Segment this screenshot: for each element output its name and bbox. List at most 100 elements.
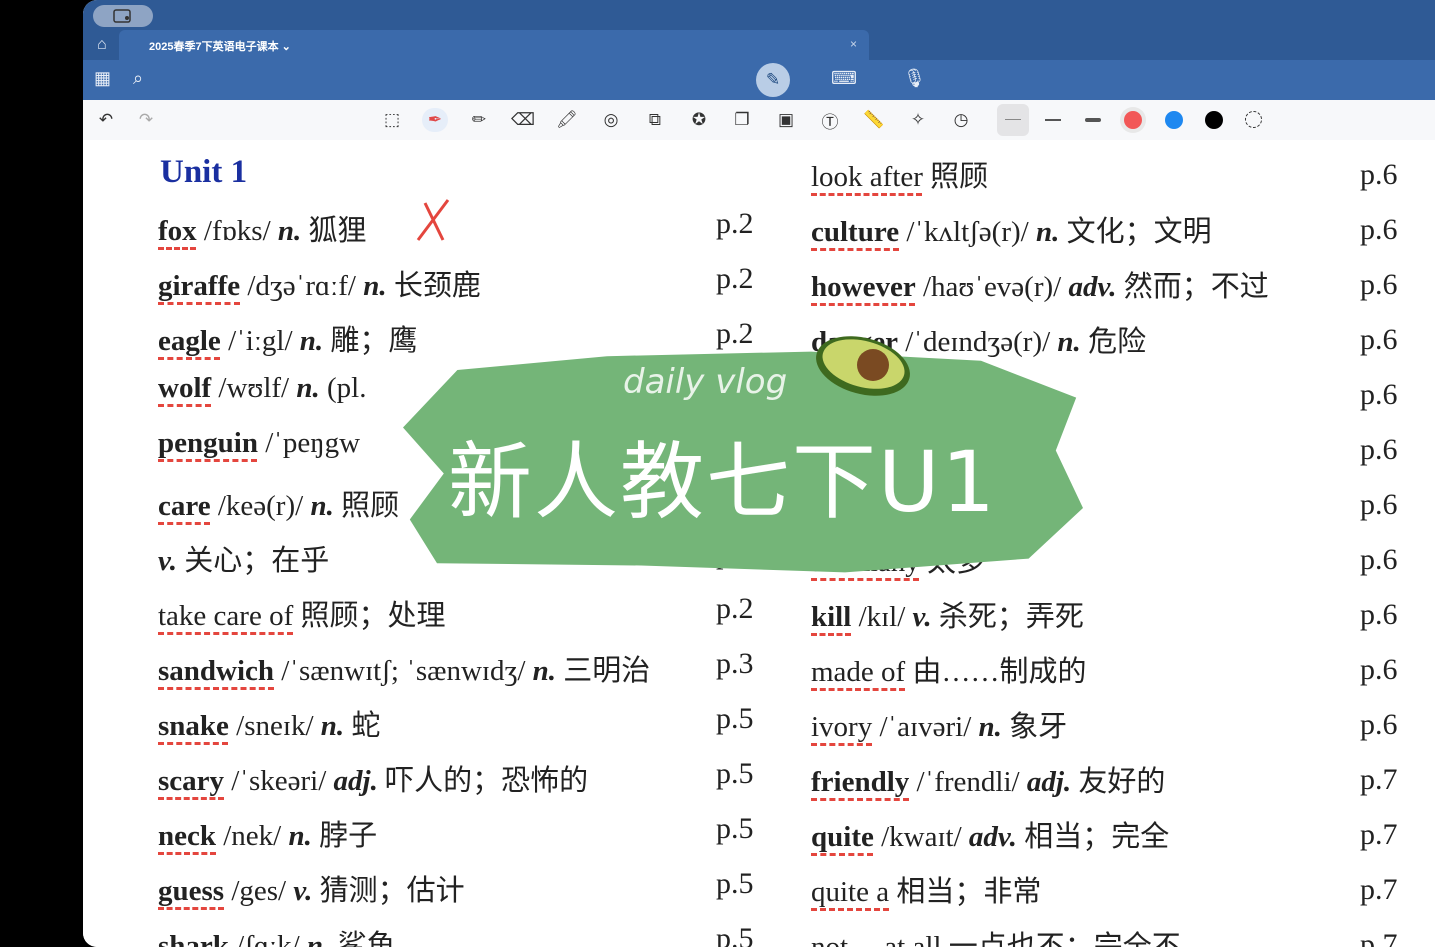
sticker-icon[interactable]: ✪: [686, 108, 712, 132]
vocab-entry: made of 由……制成的: [811, 648, 1086, 690]
vocab-meaning: 三明治: [556, 655, 651, 687]
stroke-thin-line: [1005, 119, 1021, 120]
window-switch-button[interactable]: [93, 5, 153, 27]
vocab-part-of-speech: v.: [158, 545, 178, 577]
page-reference: p.6: [1360, 653, 1398, 686]
vocab-part-of-speech: n.: [288, 820, 312, 852]
ruler-icon[interactable]: 📏: [861, 108, 887, 132]
note-app-window: ⌂ 2025春季7下英语电子课本 ⌄ × ▦ ⌕ ✎ ⌨ 🎙 ↶ ↷ ⬚ ✒ ✏…: [83, 0, 1435, 947]
clock-icon[interactable]: ◷: [948, 108, 974, 132]
vocab-word: made of: [811, 656, 906, 688]
vocab-meaning: 照顾: [333, 490, 400, 522]
text-box-icon[interactable]: Ⓣ: [817, 108, 843, 132]
vocab-word: eagle: [158, 325, 221, 357]
vocab-part-of-speech: n.: [296, 372, 320, 404]
keyboard-icon[interactable]: ⌨: [831, 68, 857, 89]
vocab-part-of-speech: v.: [912, 601, 932, 633]
vocab-phonetic: /wʊlf/: [211, 372, 297, 404]
image-icon[interactable]: ▣: [773, 108, 799, 132]
vocab-part-of-speech: n.: [532, 655, 557, 687]
vocab-entry: sandwich /ˈsænwɪtʃ; ˈsænwɪdʒ/ n. 三明治: [158, 647, 650, 689]
vocab-phonetic: /ges/: [224, 875, 294, 907]
pen-icon: ✎: [765, 70, 781, 89]
vocab-phonetic: /kwaɪt/: [873, 821, 969, 853]
page-reference: p.7: [1360, 928, 1398, 947]
chevron-down-icon[interactable]: ⌄: [282, 41, 291, 53]
status-bar: [83, 0, 1435, 30]
page-reference: p.7: [1360, 763, 1398, 796]
vocab-word: not ... at all: [811, 931, 942, 947]
eraser-icon[interactable]: ⌫: [510, 108, 536, 132]
vocab-word: friendly: [811, 766, 910, 798]
vocab-word: quite: [811, 821, 874, 853]
home-icon[interactable]: ⌂: [97, 36, 107, 54]
page-reference: p.6: [1360, 378, 1398, 411]
search-icon[interactable]: ⌕: [133, 68, 143, 89]
add-color-icon[interactable]: [1245, 111, 1262, 128]
color-red-selected-ring[interactable]: [1120, 107, 1146, 133]
vocab-phonetic: /ˈaɪvəri/: [872, 711, 979, 743]
close-tab-icon[interactable]: ×: [850, 37, 857, 51]
stroke-medium-button[interactable]: [1045, 119, 1061, 121]
lasso-select-icon[interactable]: ⬚: [379, 108, 405, 132]
shapes-icon[interactable]: ⧉: [642, 108, 668, 132]
vocab-meaning: 杀死；弄死: [931, 601, 1084, 633]
vocab-entry: quite /kwaɪt/ adv. 相当；完全: [811, 813, 1169, 855]
page-reference: p.6: [1360, 708, 1398, 741]
color-black-swatch[interactable]: [1205, 111, 1223, 129]
vocab-meaning: 鲨鱼: [330, 930, 396, 947]
drawing-toolbar: ↶ ↷ ⬚ ✒ ✏ ⌫ 🖍 ◎ ⧉ ✪ ❐ ▣ Ⓣ 📏 ✧ ◷: [83, 100, 1435, 141]
vocab-part-of-speech: n.: [1057, 326, 1081, 358]
vocab-word: snake: [158, 710, 229, 742]
vocab-entry: shark /ʃɑːk/ n. 鲨鱼: [158, 922, 396, 947]
vocab-entry: quite a 相当；非常: [811, 868, 1041, 910]
vocab-entry: ivory /ˈaɪvəri/ n. 象牙: [811, 703, 1067, 745]
unit-title: Unit 1: [160, 154, 248, 190]
tab-bar: ⌂ 2025春季7下英语电子课本 ⌄ ×: [83, 30, 1435, 60]
page-reference: p.2: [716, 317, 754, 350]
page-reference: p.5: [716, 922, 754, 947]
vocab-phonetic: /ˈiːgl/: [220, 325, 300, 357]
page-reference: p.7: [1360, 873, 1398, 906]
vocab-part-of-speech: adv.: [1068, 271, 1117, 303]
vocab-meaning: 照顾: [930, 161, 989, 193]
vocab-meaning: 相当；完全: [1016, 821, 1170, 853]
highlighter-icon[interactable]: 🖍: [554, 108, 580, 132]
pen-icon[interactable]: ✒: [422, 108, 448, 132]
vocab-entry: however /haʊˈevə(r)/ adv. 然而；不过: [811, 263, 1269, 305]
pen-mode-button[interactable]: ✎: [756, 63, 790, 97]
color-blue-swatch[interactable]: [1165, 111, 1183, 129]
overlay-subtitle: daily vlog: [623, 362, 788, 402]
vocab-part-of-speech: v.: [293, 875, 313, 907]
vocab-phonetic: /ˈsænwɪtʃ; ˈsænwɪdʒ/: [274, 655, 533, 687]
vocab-word: look after: [811, 161, 923, 193]
vocab-phonetic: /nek/: [216, 820, 289, 852]
textbook-page[interactable]: Unit 1 fox /fɒks/ n. 狐狸 p.2 giraffe /dʒəˈr…: [83, 140, 1435, 947]
tape-icon[interactable]: ◎: [598, 108, 624, 132]
vocab-meaning: (pl.: [319, 372, 367, 404]
laser-pointer-icon[interactable]: ✧: [905, 108, 931, 132]
color-red-swatch[interactable]: [1124, 111, 1142, 129]
vocab-word: kill: [811, 601, 852, 633]
page-reference: p.6: [1360, 488, 1398, 521]
page-reference: p.6: [1360, 213, 1398, 246]
copy-page-icon[interactable]: ❐: [729, 108, 755, 132]
vocab-entry: look after 照顾: [811, 153, 988, 195]
vocab-part-of-speech: adj.: [333, 765, 378, 797]
vocab-meaning: 一点也不；完全不: [948, 931, 1181, 947]
vocab-word: care: [158, 490, 211, 522]
grid-icon[interactable]: ▦: [94, 68, 111, 89]
stroke-thin-button[interactable]: [997, 104, 1029, 136]
tab-document[interactable]: 2025春季7下英语电子课本 ⌄ ×: [119, 30, 869, 60]
vocab-meaning: 狐狸: [301, 215, 367, 247]
redo-icon[interactable]: ↷: [133, 108, 159, 132]
vocab-entry: not ... at all 一点也不；完全不: [811, 923, 1181, 947]
vocab-entry: culture /ˈkʌltʃə(r)/ n. 文化；文明: [811, 208, 1212, 250]
page-reference: p.6: [1360, 433, 1398, 466]
undo-icon[interactable]: ↶: [93, 108, 119, 132]
vocab-meaning: 脖子: [311, 820, 378, 852]
microphone-icon[interactable]: 🎙: [903, 68, 926, 89]
page-reference: p.5: [716, 757, 754, 790]
stroke-thick-button[interactable]: [1085, 118, 1101, 122]
pencil-icon[interactable]: ✏: [466, 108, 492, 132]
